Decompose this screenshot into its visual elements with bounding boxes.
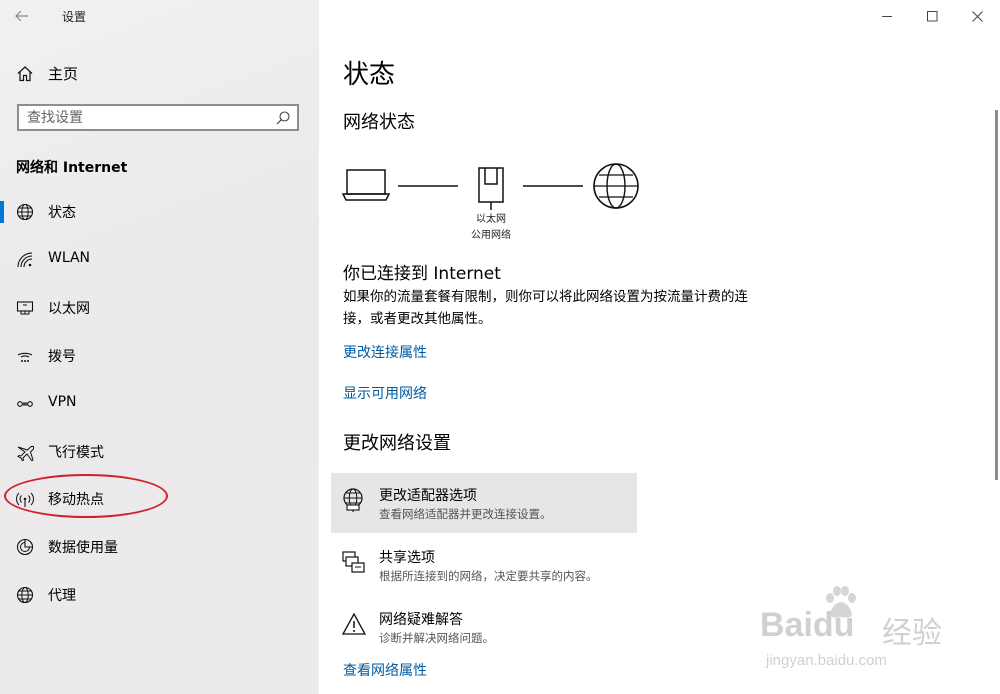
sidebar-item-label: 拨号	[48, 349, 76, 365]
search-input[interactable]	[27, 108, 267, 127]
title-bar-left: 设置	[0, 0, 319, 32]
sidebar-item-label: 移动热点	[48, 492, 104, 508]
ethernet-adapter-icon	[478, 167, 504, 210]
maximize-button[interactable]	[909, 4, 955, 28]
sharing-icon	[342, 551, 365, 573]
section-title: 网络和 Internet	[16, 160, 128, 176]
sidebar-item-label: 飞行模式	[48, 445, 104, 461]
sidebar-item-proxy[interactable]: 代理	[0, 575, 319, 615]
sidebar-item-vpn[interactable]: VPN	[0, 384, 319, 424]
option-description: 根据所连接到的网络，决定要共享的内容。	[379, 569, 598, 583]
sidebar-item-label: 数据使用量	[48, 540, 118, 556]
proxy-globe-icon	[16, 586, 34, 604]
minimize-icon	[881, 15, 892, 17]
option-title: 网络疑难解答	[379, 612, 463, 628]
sidebar-item-wlan[interactable]: WLAN	[0, 240, 319, 280]
sidebar-item-label: 以太网	[48, 301, 90, 317]
view-network-properties-link[interactable]: 查看网络属性	[343, 660, 427, 680]
internet-globe-icon	[593, 163, 639, 209]
search-box[interactable]	[17, 104, 299, 131]
option-change-adapter[interactable]: 更改适配器选项 查看网络适配器并更改连接设置。	[331, 473, 637, 533]
option-troubleshoot[interactable]: 网络疑难解答 诊断并解决网络问题。	[331, 597, 637, 657]
sidebar-item-dialup[interactable]: 拨号	[0, 336, 319, 376]
adapter-globe-icon	[343, 488, 363, 512]
sidebar-item-home[interactable]: 主页	[0, 56, 319, 90]
option-title: 共享选项	[379, 550, 435, 566]
sidebar-item-label: 状态	[48, 205, 76, 221]
sidebar-item-label: VPN	[48, 394, 77, 410]
sidebar-item-airplane-mode[interactable]: 飞行模式	[0, 432, 319, 472]
change-network-settings-title: 更改网络设置	[343, 433, 451, 454]
data-usage-icon	[16, 538, 34, 556]
home-icon	[17, 66, 33, 82]
option-sharing[interactable]: 共享选项 根据所连接到的网络，决定要共享的内容。	[331, 535, 637, 595]
search-icon[interactable]	[275, 110, 291, 126]
sidebar-item-label: WLAN	[48, 250, 91, 266]
watermark-brand-cn: 经验	[882, 617, 942, 650]
dialup-icon	[17, 352, 33, 362]
ethernet-icon	[16, 301, 34, 315]
option-description: 查看网络适配器并更改连接设置。	[379, 507, 552, 521]
laptop-icon	[341, 169, 391, 201]
globe-icon	[16, 203, 34, 221]
scrollbar[interactable]	[995, 110, 998, 480]
sidebar-item-label: 代理	[48, 588, 76, 604]
change-connection-properties-link[interactable]: 更改连接属性	[343, 342, 427, 362]
vpn-icon	[17, 401, 33, 407]
minimize-button[interactable]	[864, 4, 910, 28]
sidebar-item-mobile-hotspot[interactable]: 移动热点	[0, 479, 319, 519]
watermark-url: jingyan.baidu.com	[766, 652, 887, 669]
network-diagram: 以太网 公用网络	[341, 160, 651, 241]
sidebar: 设置 主页 网络和 Internet 状态 WLAN	[0, 0, 319, 694]
sidebar-item-data-usage[interactable]: 数据使用量	[0, 527, 319, 567]
option-description: 诊断并解决网络问题。	[379, 631, 494, 645]
network-status-title: 网络状态	[343, 112, 415, 133]
hotspot-icon	[16, 492, 34, 507]
baidu-watermark: Baidu 经验 jingyan.baidu.com	[760, 584, 980, 684]
network-type-label: 公用网络	[471, 230, 511, 241]
sidebar-item-ethernet[interactable]: 以太网	[0, 288, 319, 328]
adapter-label: 以太网	[476, 214, 506, 225]
show-available-networks-link[interactable]: 显示可用网络	[343, 383, 427, 403]
close-button[interactable]	[954, 4, 1000, 28]
sidebar-item-label: 主页	[48, 65, 79, 83]
wifi-icon	[17, 252, 33, 268]
connection-status-description: 如果你的流量套餐有限制，则你可以将此网络设置为按流量计费的连接，或者更改其他属性…	[343, 289, 748, 327]
sidebar-item-status[interactable]: 状态	[0, 192, 319, 232]
back-arrow-icon	[15, 10, 28, 22]
watermark-brand: Baidu	[760, 606, 855, 644]
airplane-icon	[17, 445, 34, 461]
warning-icon	[341, 612, 367, 635]
maximize-icon	[926, 10, 937, 21]
back-button[interactable]	[8, 4, 36, 28]
option-title: 更改适配器选项	[379, 488, 477, 504]
close-icon	[971, 10, 983, 22]
connection-status-title: 你已连接到 Internet	[343, 264, 501, 284]
page-title: 状态	[343, 60, 396, 90]
app-title: 设置	[62, 10, 87, 24]
